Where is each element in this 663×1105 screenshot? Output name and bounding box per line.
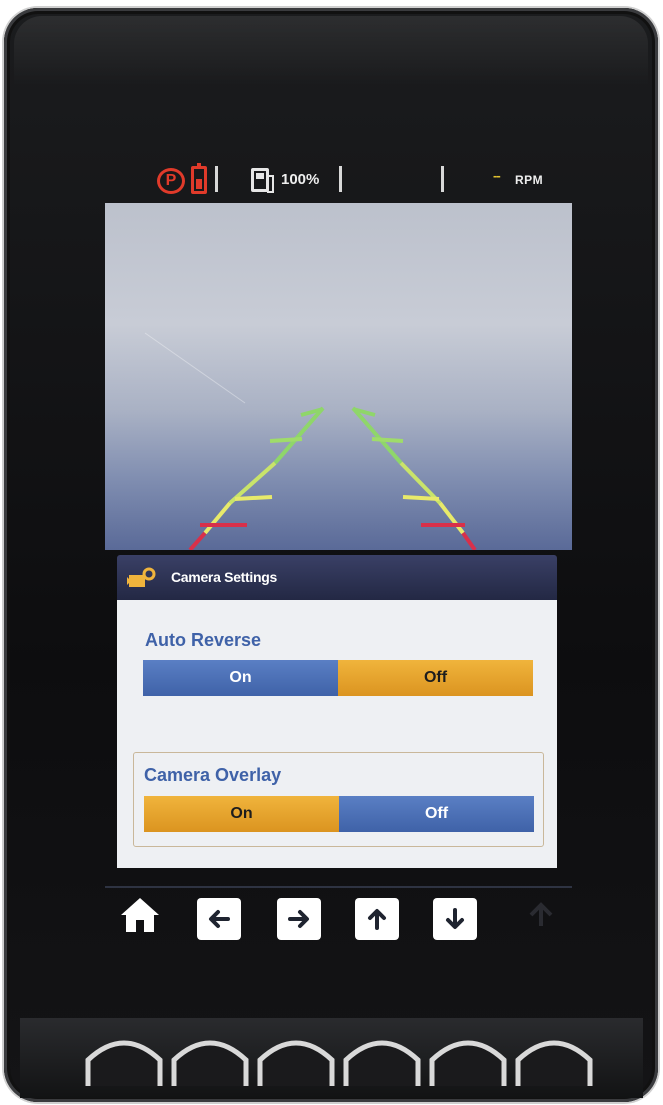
camera-overlay-label: Camera Overlay [144,765,282,785]
auto-reverse-group: Auto Reverse On Off [135,600,539,720]
arrow-right-icon [288,910,309,928]
navigation-bar [105,886,572,946]
nav-divider [105,886,572,888]
camera-settings-icon [127,567,156,587]
camera-overlay-toggle: On Off [144,796,534,832]
park-brake-icon: P [157,168,185,194]
status-bar: P 100% -- RPM [105,160,570,200]
battery-icon [191,163,207,194]
rear-camera-view [105,203,572,550]
soft-key-4[interactable] [342,1026,422,1092]
auto-reverse-label: Auto Reverse [145,630,262,650]
soft-key-1[interactable] [84,1026,164,1092]
auto-reverse-on-button[interactable]: On [143,660,338,696]
rpm-value: -- [493,168,501,183]
soft-key-3[interactable] [256,1026,336,1092]
status-divider [215,166,218,192]
guide-line-right-near-yellow [438,501,465,535]
panel-header: Camera Settings [117,555,557,600]
guide-line-left-near-yellow [203,501,232,535]
soft-key-5[interactable] [428,1026,508,1092]
soft-key-6[interactable] [514,1026,594,1092]
arrow-up-icon [368,909,386,930]
status-divider [339,166,342,192]
arrow-down-button[interactable] [433,898,477,940]
soft-key-2[interactable] [170,1026,250,1092]
guide-line-right-near-red [461,531,477,550]
fuel-level: 100% [281,171,320,188]
arrow-up-button[interactable] [355,898,399,940]
guide-line-left-far [273,406,325,465]
arrow-right-button[interactable] [277,898,321,940]
disabled-arrow-up-icon [529,902,553,926]
camera-overlay-on-button[interactable]: On [144,796,339,832]
camera-overlay-group: Camera Overlay On Off [133,752,544,847]
panel-title: Camera Settings [171,569,277,585]
camera-overlay-off-button[interactable]: Off [339,796,534,832]
fuel-pump-icon [251,168,274,193]
auto-reverse-toggle: On Off [143,660,533,696]
guide-line-left-near-red [188,531,207,550]
arrow-left-button[interactable] [197,898,241,940]
home-icon[interactable] [119,894,161,936]
rpm-label: RPM [515,173,544,187]
arrow-down-icon [446,908,464,929]
auto-reverse-off-button[interactable]: Off [338,660,533,696]
soft-key-strip [20,1018,643,1098]
camera-settings-panel: Auto Reverse On Off Camera Overlay On Of… [117,600,557,868]
guide-line-right-far [351,406,403,465]
status-divider [441,166,444,192]
arrow-left-icon [209,910,230,928]
